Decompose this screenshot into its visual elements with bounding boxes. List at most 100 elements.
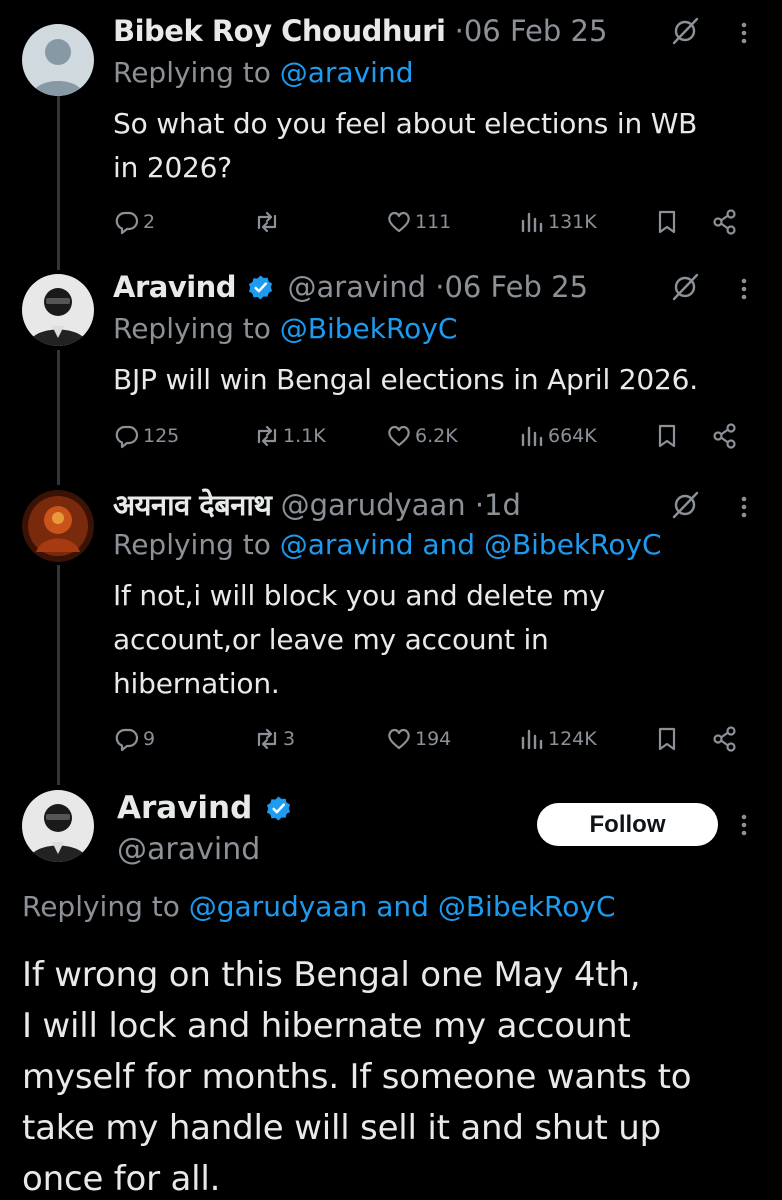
verified-icon (249, 275, 273, 300)
like-icon (388, 211, 410, 233)
reply-count: 2 (143, 211, 156, 233)
action-bar: 9 3 194 124K (113, 724, 753, 754)
mention-link[interactable]: @aravind (280, 56, 414, 89)
tweet-header: Bibek Roy Choudhuri ·06 Feb 25 (113, 12, 607, 50)
handle[interactable]: @garudyaan (281, 488, 466, 522)
share-button[interactable] (711, 724, 739, 754)
repost-button[interactable]: 3 (253, 724, 295, 754)
action-bar: 2 111 131K (113, 207, 753, 237)
share-icon (713, 423, 736, 449)
share-button[interactable] (711, 207, 739, 237)
replying-to: Replying to @BibekRoyC (113, 310, 457, 348)
tweet-text-line: So what do you feel about elections in W… (113, 107, 698, 140)
like-count: 111 (415, 211, 452, 233)
tweet-text-line: take my handle will sell it and shut up (22, 1108, 662, 1148)
timestamp[interactable]: 06 Feb 25 (464, 14, 608, 48)
tweet[interactable]: Aravind @aravind ·06 Feb 25 Replying to … (0, 268, 782, 478)
bookmark-icon (658, 210, 676, 234)
reply-icon (115, 211, 139, 235)
grok-icon[interactable] (670, 272, 700, 302)
like-button[interactable]: 194 (385, 724, 451, 754)
views-button[interactable]: 131K (518, 207, 597, 237)
grok-icon[interactable] (670, 16, 700, 46)
like-button[interactable]: 6.2K (385, 421, 458, 451)
tweet-text: BJP will win Bengal elections in April 2… (113, 358, 763, 402)
views-icon (521, 426, 543, 447)
view-count: 124K (548, 728, 597, 750)
verified-icon (267, 796, 291, 821)
bookmark-button[interactable] (653, 207, 681, 237)
handle[interactable]: @aravind (117, 832, 260, 867)
repost-count: 3 (283, 728, 296, 750)
follow-button[interactable]: Follow (537, 803, 718, 846)
repost-icon (257, 425, 277, 447)
like-button[interactable]: 111 (385, 207, 451, 237)
view-count: 664K (548, 425, 597, 447)
display-name[interactable]: Aravind (117, 790, 252, 826)
more-icon[interactable] (737, 274, 751, 304)
more-icon[interactable] (737, 810, 751, 840)
bookmark-button[interactable] (653, 724, 681, 754)
tweet-text: If not,i will block you and delete my ac… (113, 574, 763, 706)
replying-to: Replying to @aravind (113, 54, 413, 92)
replying-to: Replying to @aravind and @BibekRoyC (113, 526, 662, 564)
bookmark-button[interactable] (653, 421, 681, 451)
reply-count: 9 (143, 728, 156, 750)
tweet-text: So what do you feel about elections in W… (113, 102, 763, 190)
tweet-text-line: If wrong on this Bengal one May 4th, (22, 955, 641, 995)
main-tweet-text: If wrong on this Bengal one May 4th, I w… (22, 950, 762, 1200)
tweet[interactable]: अयनाव देबनाथ @garudyaan ·1d Replying to … (0, 486, 782, 776)
display-name[interactable]: Bibek Roy Choudhuri (113, 14, 446, 48)
more-icon[interactable] (737, 492, 751, 522)
reply-icon (115, 425, 139, 449)
replying-label: Replying to (113, 312, 271, 345)
display-name[interactable]: अयनाव देबनाथ (113, 488, 272, 522)
action-bar: 125 1.1K 6.2K 664K (113, 421, 753, 451)
grok-icon[interactable] (670, 490, 700, 520)
reply-button[interactable]: 2 (113, 207, 155, 237)
like-count: 194 (415, 728, 452, 750)
repost-button[interactable] (253, 207, 283, 237)
like-icon (388, 425, 410, 447)
tweet-text-line: hibernation. (113, 667, 280, 700)
views-button[interactable]: 124K (518, 724, 597, 754)
handle[interactable]: @aravind (288, 270, 426, 304)
views-button[interactable]: 664K (518, 421, 597, 451)
reply-button[interactable]: 125 (113, 421, 179, 451)
like-count: 6.2K (415, 425, 458, 447)
share-button[interactable] (711, 421, 739, 451)
timestamp[interactable]: 1d (484, 488, 521, 522)
timestamp[interactable]: 06 Feb 25 (444, 270, 588, 304)
mention-link[interactable]: @aravind and @BibekRoyC (280, 528, 662, 561)
repost-icon (257, 211, 277, 233)
display-name[interactable]: Aravind (113, 270, 237, 304)
more-icon[interactable] (737, 18, 751, 48)
view-count: 131K (548, 211, 597, 233)
share-icon (713, 209, 736, 235)
repost-button[interactable]: 1.1K (253, 421, 326, 451)
reply-count: 125 (143, 425, 180, 447)
replying-to: Replying to @garudyaan and @BibekRoyC (22, 890, 616, 923)
bookmark-icon (658, 424, 676, 448)
avatar[interactable] (22, 490, 94, 562)
tweet-text-line: account,or leave my account in (113, 623, 549, 656)
views-icon (521, 212, 543, 233)
tweet[interactable]: Bibek Roy Choudhuri ·06 Feb 25 Replying … (0, 12, 782, 252)
replying-label: Replying to (22, 890, 180, 923)
avatar[interactable] (22, 24, 94, 96)
mention-link[interactable]: @BibekRoyC (280, 312, 458, 345)
avatar[interactable] (22, 274, 94, 346)
tweet-text-line: myself for months. If someone wants to (22, 1057, 692, 1097)
tweet-text-line: If not,i will block you and delete my (113, 579, 606, 612)
like-icon (388, 728, 410, 750)
repost-count: 1.1K (283, 425, 326, 447)
reply-button[interactable]: 9 (113, 724, 155, 754)
mention-link[interactable]: @garudyaan and @BibekRoyC (189, 890, 616, 923)
replying-label: Replying to (113, 528, 271, 561)
bookmark-icon (658, 727, 676, 751)
replying-label: Replying to (113, 56, 271, 89)
avatar[interactable] (22, 790, 94, 862)
tweet-text-line: BJP will win Bengal elections in April 2… (113, 363, 698, 396)
separator: · (474, 488, 485, 522)
main-tweet-author: Aravind (117, 790, 296, 826)
